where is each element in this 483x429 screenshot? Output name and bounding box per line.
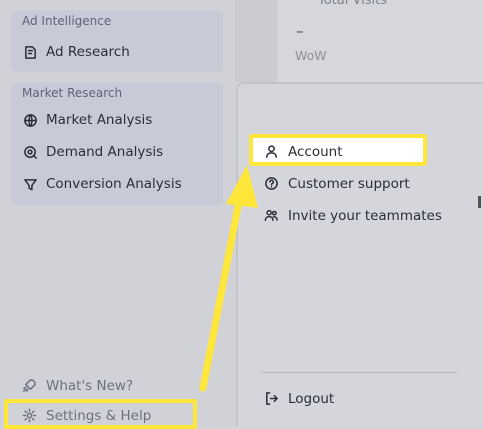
sidebar-item-market-analysis[interactable]: Market Analysis — [11, 104, 223, 136]
logout-button[interactable]: Logout — [264, 391, 334, 407]
settings-highlight-box — [4, 399, 197, 429]
menu-item-label: Customer support — [288, 176, 410, 192]
sidebar-item-label: Demand Analysis — [46, 144, 164, 160]
stat-label: Total Visits — [318, 0, 387, 8]
search-analysis-icon — [22, 144, 38, 160]
funnel-icon — [22, 176, 38, 192]
whats-new-label: What's New? — [46, 378, 134, 394]
user-icon — [264, 144, 280, 160]
menu-item-label: Invite your teammates — [288, 208, 442, 224]
stat-value: – — [296, 22, 304, 40]
stat-sub: WoW — [295, 48, 327, 63]
sidebar-item-label: Market Analysis — [46, 112, 153, 128]
sidebar-item-label: Ad Research — [46, 44, 130, 60]
sidebar: Ad Intelligence Ad Research Market Resea… — [0, 0, 235, 429]
menu-divider — [261, 372, 457, 373]
help-circle-icon — [264, 176, 280, 192]
group-title: Ad Intelligence — [22, 14, 112, 28]
sidebar-item-conversion-analysis[interactable]: Conversion Analysis — [11, 168, 223, 200]
whats-new-button[interactable]: What's New? — [22, 378, 133, 394]
logout-icon — [264, 391, 280, 407]
scroll-indicator — [478, 196, 481, 208]
rocket-icon — [22, 378, 38, 394]
ad-research-icon — [22, 44, 38, 60]
sidebar-item-ad-research[interactable]: Ad Research — [11, 36, 223, 68]
logout-label: Logout — [288, 391, 335, 407]
sidebar-item-label: Conversion Analysis — [46, 176, 182, 192]
users-icon — [264, 208, 280, 224]
menu-item-customer-support[interactable]: Customer support — [264, 176, 410, 192]
globe-icon — [22, 112, 38, 128]
group-ad-intelligence: Ad Intelligence Ad Research — [11, 10, 223, 72]
menu-item-label: Account — [288, 144, 343, 160]
sidebar-item-demand-analysis[interactable]: Demand Analysis — [11, 136, 223, 168]
menu-item-account[interactable]: Account — [264, 144, 343, 160]
content-strip — [235, 0, 277, 82]
menu-item-invite-teammates[interactable]: Invite your teammates — [264, 208, 442, 224]
stat-card — [277, 0, 483, 82]
group-title: Market Research — [22, 86, 123, 100]
group-market-research: Market Research Market Analysis Demand A… — [11, 82, 223, 206]
